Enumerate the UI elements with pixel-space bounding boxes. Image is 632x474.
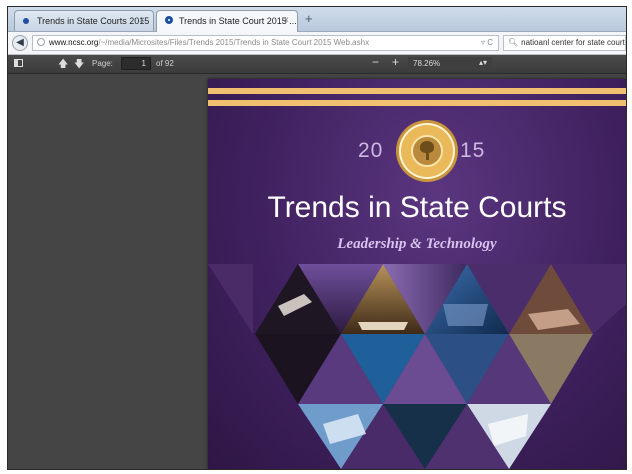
court-seal-logo <box>399 123 455 179</box>
browser-window: Trends in State Courts 2015 × Trends in … <box>7 6 627 470</box>
zoom-out-button[interactable]: − <box>372 55 379 69</box>
tab-strip: Trends in State Courts 2015 × Trends in … <box>8 7 626 32</box>
close-tab-icon[interactable]: × <box>139 15 145 26</box>
search-icon: 🔍︎ <box>508 38 519 47</box>
page-number-input[interactable]: 1 <box>121 57 151 70</box>
page-count: of 92 <box>156 59 174 68</box>
tab-label: Trends in State Court 2015 ... <box>179 16 297 26</box>
new-tab-button[interactable]: + <box>305 11 313 26</box>
photo-mosaic <box>208 264 626 469</box>
gold-stripe <box>208 88 626 94</box>
back-button[interactable]: ◀ <box>12 35 28 51</box>
reload-icon[interactable]: ▿ C <box>481 38 493 47</box>
next-page-icon[interactable]: 🡇︎ <box>74 57 84 74</box>
loading-favicon-icon <box>165 16 173 24</box>
page-label: Page: <box>92 59 113 68</box>
previous-page-icon[interactable]: 🡅︎ <box>58 57 68 74</box>
navigation-bar: ◀ www.ncsc.org/~/media/Microsites/Files/… <box>8 32 626 55</box>
pdf-viewer[interactable]: 20 15 Trends in State Courts Leadership … <box>8 74 626 469</box>
photo-hands-gavel <box>208 264 253 334</box>
zoom-value: 78.26% <box>413 59 441 68</box>
close-tab-icon[interactable]: × <box>283 15 289 26</box>
zoom-in-button[interactable]: + <box>392 55 399 69</box>
url-path: /~/media/Microsites/Files/Trends 2015/Tr… <box>98 38 370 47</box>
gold-stripe <box>208 100 626 106</box>
cover-subtitle: Leadership & Technology <box>337 236 497 252</box>
site-favicon-icon <box>23 18 29 24</box>
tab-trends-pdf[interactable]: Trends in State Court 2015 ... × <box>156 10 298 32</box>
search-input[interactable]: 🔍︎ natioanl center for state courts <box>503 35 626 51</box>
address-bar[interactable]: www.ncsc.org/~/media/Microsites/Files/Tr… <box>32 35 499 51</box>
back-arrow-icon: ◀ <box>16 37 24 48</box>
search-value: natioanl center for state courts <box>521 38 626 47</box>
dropdown-caret-icon: ▴▾ <box>478 58 487 67</box>
cover-title: Trends in State Courts <box>267 191 567 224</box>
tab-label: Trends in State Courts 2015 <box>37 16 150 26</box>
tab-trends-2015[interactable]: Trends in State Courts 2015 × <box>14 10 154 31</box>
year-right: 15 <box>460 139 486 162</box>
url-host: www.ncsc.org <box>49 38 99 47</box>
zoom-select[interactable]: 78.26% ▴▾ <box>408 57 492 70</box>
pdf-toolbar: 🡅︎ 🡇︎ Page: 1 of 92 − + 78.26% ▴▾ <box>8 55 626 74</box>
sidebar-toggle-icon[interactable] <box>14 59 23 67</box>
pdf-page-cover: 20 15 Trends in State Courts Leadership … <box>208 79 626 469</box>
globe-icon <box>37 38 45 46</box>
year-left: 20 <box>358 139 384 162</box>
